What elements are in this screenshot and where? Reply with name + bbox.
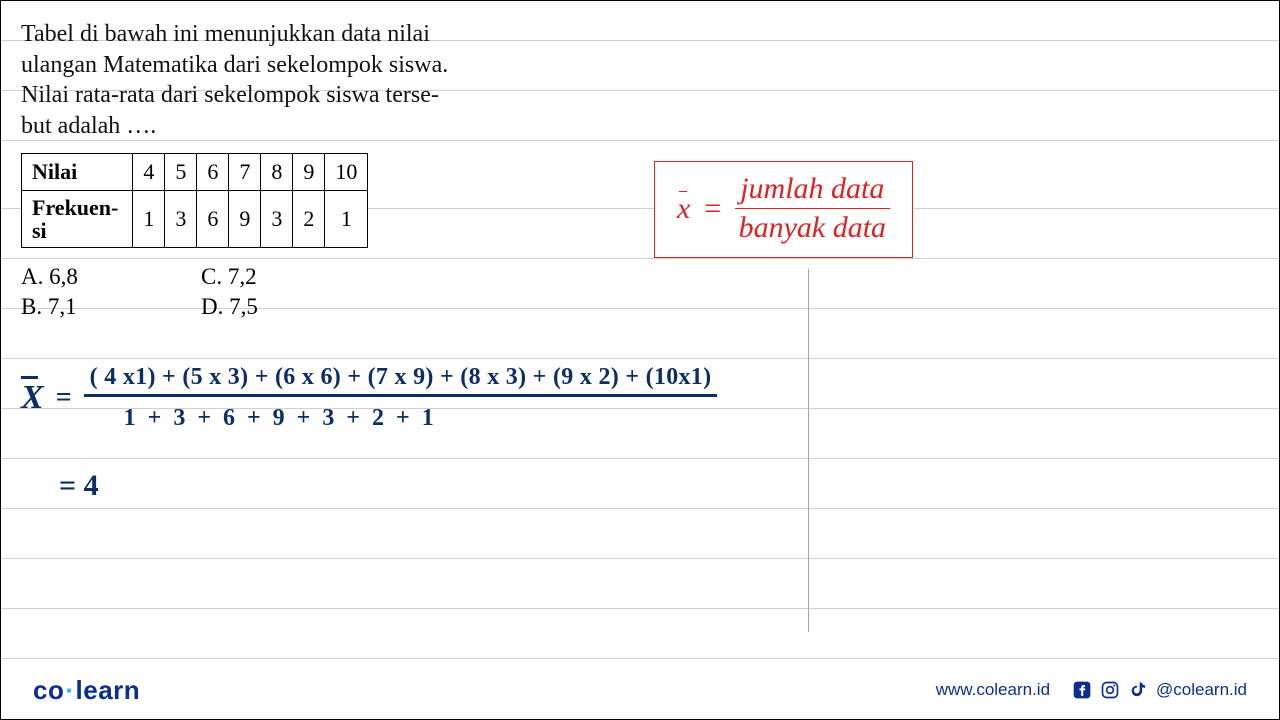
table-row: Frekuen- si 1 3 6 9 3 2 1	[22, 190, 368, 247]
facebook-icon	[1072, 680, 1092, 700]
page-content: Tabel di bawah ini menunjukkan data nila…	[1, 1, 1279, 338]
instagram-icon	[1100, 680, 1120, 700]
handwritten-step-1: X = ( 4 x1) + (5 x 3) + (6 x 6) + (7 x 9…	[21, 364, 717, 432]
option-d: D. 7,5	[201, 294, 381, 320]
handwritten-fraction: ( 4 x1) + (5 x 3) + (6 x 6) + (7 x 9) + …	[84, 364, 718, 432]
frequency-table: Nilai 4 5 6 7 8 9 10 Frekuen- si 1 3 6 9…	[21, 153, 368, 248]
label-part: Frekuen-	[32, 195, 118, 220]
label-part: si	[32, 218, 47, 243]
equals-sign: =	[702, 192, 722, 226]
table-cell: 3	[165, 190, 197, 247]
option-b: B. 7,1	[21, 294, 201, 320]
footer-right: www.colearn.id @colearn.id	[936, 680, 1247, 700]
website-url: www.colearn.id	[936, 680, 1050, 700]
question-line: but adalah ….	[21, 113, 156, 139]
table-cell: 9	[229, 190, 261, 247]
option-a: A. 6,8	[21, 264, 201, 290]
xbar-handwritten: X	[21, 379, 44, 417]
handwritten-step-2: = 4	[59, 469, 99, 503]
social-handle: @colearn.id	[1156, 680, 1247, 700]
brand-logo: co·learn	[33, 675, 140, 706]
mean-formula-box: x = jumlah data banyak data	[654, 161, 913, 258]
xbar-symbol: x	[677, 192, 690, 226]
question-line: ulangan Matematika dari sekelompok siswa…	[21, 52, 448, 78]
logo-part-a: co	[33, 675, 64, 705]
handwritten-numerator: ( 4 x1) + (5 x 3) + (6 x 6) + (7 x 9) + …	[84, 364, 718, 394]
table-cell: 3	[261, 190, 293, 247]
social-icons: @colearn.id	[1072, 680, 1247, 700]
row-header-frekuensi: Frekuen- si	[22, 190, 133, 247]
logo-part-b: learn	[76, 675, 141, 705]
table-cell: 6	[197, 190, 229, 247]
logo-dot: ·	[64, 675, 75, 705]
option-c: C. 7,2	[201, 264, 381, 290]
question-text: Tabel di bawah ini menunjukkan data nila…	[21, 19, 461, 142]
table-cell: 1	[133, 190, 165, 247]
table-cell: 1	[325, 190, 368, 247]
fraction: jumlah data banyak data	[735, 172, 890, 245]
footer-bar: co·learn www.colearn.id @colearn.id	[1, 661, 1279, 719]
table-cell: 4	[133, 153, 165, 190]
tiktok-icon	[1128, 680, 1148, 700]
table-cell: 5	[165, 153, 197, 190]
table-cell: 9	[293, 153, 325, 190]
equals-handwritten: =	[56, 382, 72, 414]
question-line: Nilai rata-rata dari sekelompok siswa te…	[21, 82, 439, 108]
table-cell: 10	[325, 153, 368, 190]
table-row: Nilai 4 5 6 7 8 9 10	[22, 153, 368, 190]
question-line: Tabel di bawah ini menunjukkan data nila…	[21, 21, 430, 47]
table-cell: 6	[197, 153, 229, 190]
handwritten-denominator: 1 + 3 + 6 + 9 + 3 + 2 + 1	[84, 394, 718, 432]
fraction-denominator: banyak data	[735, 208, 890, 245]
row-header-nilai: Nilai	[22, 153, 133, 190]
fraction-numerator: jumlah data	[736, 172, 888, 208]
table-cell: 8	[261, 153, 293, 190]
answer-options: A. 6,8 C. 7,2 B. 7,1 D. 7,5	[21, 264, 1259, 320]
table-cell: 7	[229, 153, 261, 190]
table-cell: 2	[293, 190, 325, 247]
